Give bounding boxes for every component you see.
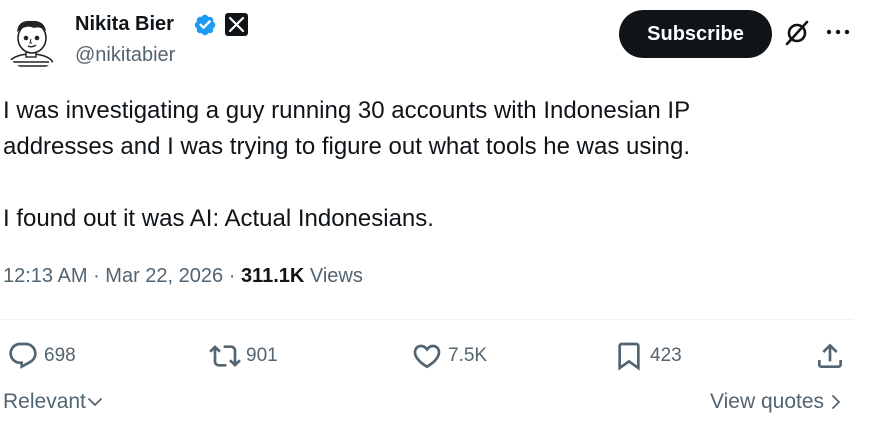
- tweet-meta: 12:13 AM · Mar 22, 2026 · 311.1K Views: [3, 265, 363, 288]
- share-icon: [818, 343, 842, 368]
- sort-label: Relevant: [3, 390, 86, 413]
- view-quotes-link[interactable]: View quotes: [710, 390, 845, 414]
- divider: [0, 319, 853, 320]
- author-handle[interactable]: @nikitabier: [75, 44, 175, 67]
- bookmark-icon: [618, 342, 640, 371]
- verified-badge-icon: [193, 13, 217, 37]
- repost-icon: [209, 345, 241, 367]
- tweet-text-line-1: I was investigating a guy running 30 acc…: [3, 97, 691, 124]
- bookmark-count: 423: [650, 345, 682, 366]
- author-name[interactable]: Nikita Bier: [75, 13, 174, 36]
- bookmark-button[interactable]: 423: [613, 338, 682, 374]
- reply-icon: [9, 342, 37, 369]
- tweet-date[interactable]: Mar 22, 2026: [105, 265, 223, 287]
- x-logo-icon: [225, 13, 248, 36]
- views-label: Views: [304, 265, 363, 287]
- chevron-down-icon: [87, 398, 102, 406]
- like-icon: [413, 344, 441, 369]
- reply-button[interactable]: 698: [7, 338, 76, 374]
- meta-separator: ·: [87, 265, 106, 287]
- view-quotes-label: View quotes: [710, 390, 825, 413]
- like-button[interactable]: 7.5K: [411, 338, 487, 374]
- repost-button[interactable]: 901: [209, 338, 278, 374]
- subscribe-button[interactable]: Subscribe: [619, 10, 772, 58]
- share-button[interactable]: [814, 338, 846, 374]
- like-count: 7.5K: [448, 345, 488, 366]
- avatar[interactable]: [4, 12, 62, 70]
- more-icon[interactable]: [824, 22, 852, 42]
- views-count[interactable]: 311.1K: [241, 265, 304, 287]
- meta-separator: ·: [223, 265, 241, 287]
- grok-icon[interactable]: [783, 19, 811, 47]
- tweet-time[interactable]: 12:13 AM: [3, 265, 88, 287]
- sort-relevant-dropdown[interactable]: Relevant: [3, 390, 104, 414]
- chevron-right-icon: [832, 395, 840, 409]
- tweet-text-line-3: I found out it was AI: Actual Indonesian…: [3, 205, 434, 232]
- reply-count: 698: [44, 345, 76, 366]
- repost-count: 901: [246, 345, 278, 366]
- tweet-text-line-2: addresses and I was trying to figure out…: [3, 133, 691, 160]
